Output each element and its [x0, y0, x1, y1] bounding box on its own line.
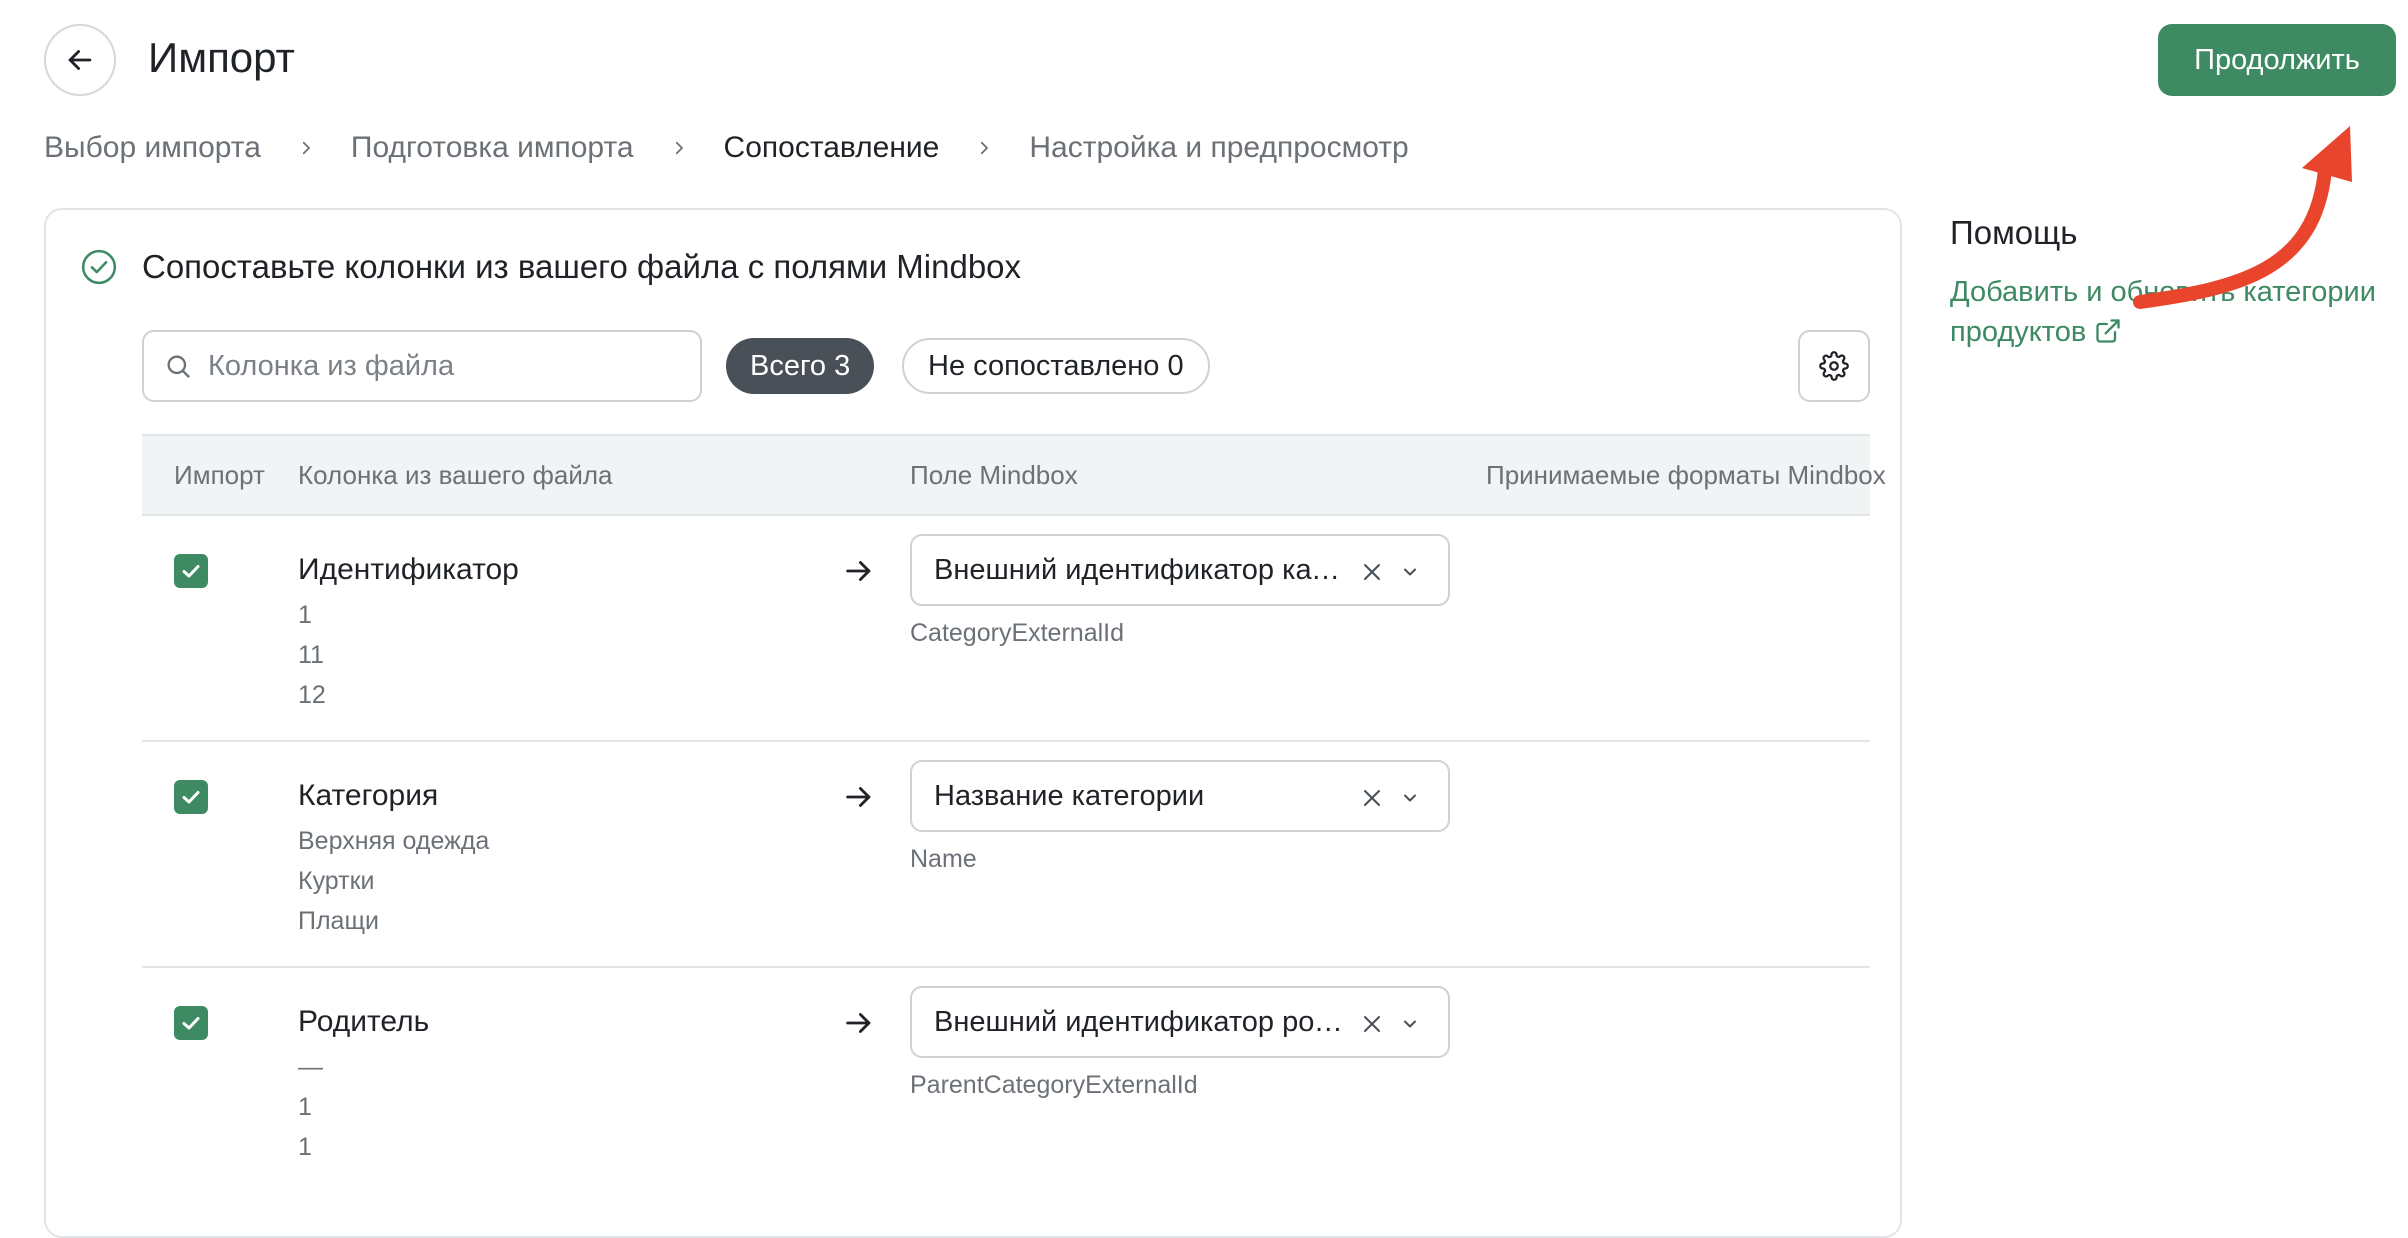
selected-field: Название категории: [934, 779, 1205, 812]
file-column-name: Родитель: [298, 1005, 430, 1038]
search-field[interactable]: [142, 330, 702, 402]
sample-value: 11: [298, 641, 324, 669]
selected-field: Внешний идентификатор категории: [934, 553, 1346, 586]
chevron-down-icon[interactable]: [1400, 562, 1420, 582]
sample-value: Верхняя одежда: [298, 827, 490, 855]
import-checkbox[interactable]: [174, 780, 208, 814]
continue-button[interactable]: Продолжить: [2158, 24, 2396, 96]
back-button[interactable]: [44, 24, 116, 96]
checkmark-icon: [182, 791, 200, 804]
sample-value: 1: [298, 1093, 312, 1121]
file-column-name: Категория: [298, 779, 439, 812]
breadcrumb-item-mapping: Сопоставление: [723, 131, 940, 164]
file-column-name: Идентификатор: [298, 553, 519, 586]
check-circle-icon: [81, 249, 117, 285]
arrow-right-icon: [846, 1013, 871, 1033]
close-icon[interactable]: [1360, 786, 1384, 810]
arrow-right-icon: [846, 561, 871, 581]
import-checkbox[interactable]: [174, 1006, 208, 1040]
chevron-right-icon: [670, 139, 688, 157]
table-row: Родитель — 1 1 Внешний идентификатор род…: [142, 968, 1870, 1194]
sample-value: Куртки: [298, 867, 375, 895]
column-header-file-column: Колонка из вашего файла: [298, 459, 613, 490]
table-row: Категория Верхняя одежда Куртки Плащи На…: [142, 742, 1870, 968]
breadcrumb-item-settings-preview: Настройка и предпросмотр: [1029, 131, 1409, 164]
close-icon[interactable]: [1360, 1012, 1384, 1036]
table-row: Идентификатор 1 11 12 Внешний идентифика…: [142, 516, 1870, 742]
selected-field: Внешний идентификатор родительской катег…: [934, 1005, 1346, 1038]
checkmark-icon: [182, 565, 200, 578]
column-header-formats: Принимаемые форматы Mindbox: [1486, 459, 1886, 490]
checkmark-icon: [182, 1017, 200, 1030]
help-link[interactable]: Добавить и обновить категории продуктов: [1950, 272, 2390, 352]
arrow-left-icon: [68, 50, 92, 70]
sample-value: 1: [298, 1133, 312, 1161]
chevron-down-icon[interactable]: [1400, 1014, 1420, 1034]
search-icon: [167, 355, 190, 378]
mapping-card: Сопоставьте колонки из вашего файла с по…: [44, 208, 1902, 1238]
arrow-right-icon: [846, 787, 871, 807]
sample-value: 1: [298, 601, 312, 629]
gear-icon: [1819, 351, 1849, 381]
page-title: Импорт: [148, 34, 295, 81]
breadcrumb: Выбор импорта Подготовка импорта Сопоста…: [44, 128, 1409, 168]
chevron-down-icon[interactable]: [1400, 788, 1420, 808]
mindbox-field-select[interactable]: Внешний идентификатор категории: [910, 534, 1450, 606]
table-header: Импорт Колонка из вашего файла Поле Mind…: [142, 434, 1886, 516]
close-icon[interactable]: [1360, 560, 1384, 584]
help-link-label: Добавить и обновить категории продуктов: [1950, 276, 2376, 348]
column-header-mindbox-field: Поле Mindbox: [910, 459, 1078, 490]
breadcrumb-item-import-preparation[interactable]: Подготовка импорта: [351, 131, 634, 165]
help-title: Помощь: [1950, 214, 2078, 251]
sample-value: —: [298, 1053, 323, 1081]
field-system-name: ParentCategoryExternalId: [910, 1071, 1198, 1099]
column-header-import: Импорт: [174, 459, 265, 490]
mindbox-field-select[interactable]: Название категории: [910, 760, 1450, 832]
mindbox-field-select[interactable]: Внешний идентификатор родительской катег…: [910, 986, 1450, 1058]
sample-value: 12: [298, 681, 326, 709]
chevron-right-icon: [975, 139, 993, 157]
breadcrumb-item-import-choice[interactable]: Выбор импорта: [44, 131, 261, 165]
sample-value: Плащи: [298, 907, 379, 935]
external-link-icon: [2096, 319, 2120, 343]
chevron-right-icon: [297, 139, 315, 157]
filter-chip-unmapped[interactable]: Не сопоставлено 0: [902, 338, 1210, 394]
field-system-name: CategoryExternalId: [910, 619, 1125, 647]
mapping-heading: Сопоставьте колонки из вашего файла с по…: [142, 248, 1022, 285]
filter-chip-total[interactable]: Всего 3: [726, 338, 875, 394]
settings-button[interactable]: [1798, 330, 1870, 402]
import-checkbox[interactable]: [174, 554, 208, 588]
field-system-name: Name: [910, 845, 977, 873]
search-input[interactable]: [206, 348, 666, 384]
